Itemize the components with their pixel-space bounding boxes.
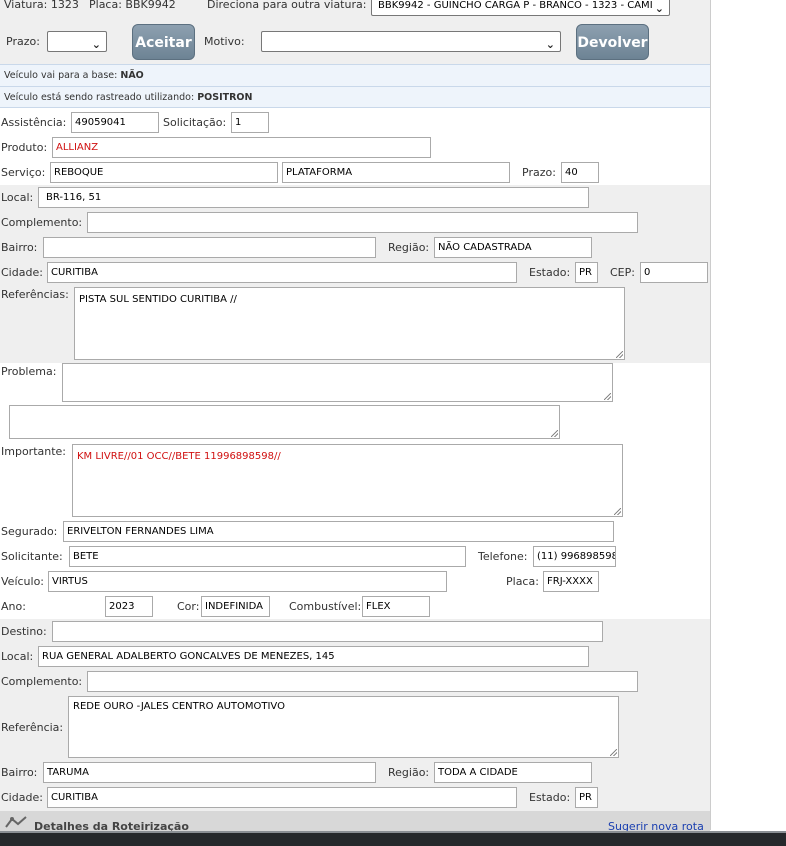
direciona-select[interactable]: BBK9942 - GUINCHO CARGA P - BRANCO - 132… xyxy=(371,0,670,16)
local-label: Local: xyxy=(1,191,34,204)
cep-field[interactable]: 0 xyxy=(640,262,708,283)
cidade-field[interactable]: CURITIBA xyxy=(47,262,517,283)
placa-header-label: Placa: BBK9942 xyxy=(89,0,176,11)
problema-detalhe-field[interactable] xyxy=(9,405,560,439)
viatura-label: Viatura: 1323 xyxy=(4,0,79,11)
produto-label: Produto: xyxy=(1,141,48,154)
chevron-down-icon: ⌄ xyxy=(545,38,555,51)
problema-field[interactable] xyxy=(62,363,613,402)
regiao-field[interactable]: NÃO CADASTRADA xyxy=(434,237,592,258)
aceitar-button[interactable]: Aceitar xyxy=(132,24,195,60)
regiao-label: Região: xyxy=(388,241,430,254)
cidade-label: Cidade: xyxy=(1,266,43,279)
solicitacao-field[interactable]: 1 xyxy=(231,112,269,133)
destino-cidade-label: Cidade: xyxy=(1,791,43,804)
route-icon xyxy=(4,815,28,828)
complemento-field[interactable] xyxy=(87,212,638,233)
prazo-label: Prazo: xyxy=(522,166,556,179)
importante-field[interactable]: KM LIVRE//01 OCC//BETE 11996898598// xyxy=(72,444,623,517)
notice-base: Veículo vai para a base: NÃO xyxy=(0,64,710,86)
chevron-down-icon: ⌄ xyxy=(654,2,664,15)
destino-referencia-field[interactable]: REDE OURO -JALES CENTRO AUTOMOTIVO xyxy=(68,696,619,758)
destino-local-field[interactable]: RUA GENERAL ADALBERTO GONCALVES DE MENEZ… xyxy=(38,646,589,667)
destino-estado-label: Estado: xyxy=(529,791,571,804)
servico-field[interactable]: REBOQUE xyxy=(50,162,278,183)
destino-field[interactable] xyxy=(52,621,603,642)
destino-complemento-label: Complemento: xyxy=(1,675,83,688)
destino-regiao-field[interactable]: TODA A CIDADE xyxy=(434,762,592,783)
routing-section-header: Detalhes da Roteirização Sugerir nova ro… xyxy=(0,811,710,831)
placa-label: Placa: xyxy=(506,575,539,588)
resize-grip-icon[interactable] xyxy=(610,749,617,756)
chevron-down-icon: ⌄ xyxy=(91,38,101,51)
servico-label: Serviço: xyxy=(1,166,46,179)
problema-label: Problema: xyxy=(1,365,57,378)
complemento-label: Complemento: xyxy=(1,216,83,229)
destino-referencia-text: REDE OURO -JALES CENTRO AUTOMOTIVO xyxy=(73,701,285,712)
routing-title: Detalhes da Roteirização xyxy=(34,820,189,831)
referencias-text: PISTA SUL SENTIDO CURITIBA // xyxy=(79,294,237,305)
local-field[interactable]: BR-116, 51 xyxy=(38,187,589,208)
bairro-field[interactable] xyxy=(43,237,376,258)
telefone-label: Telefone: xyxy=(478,550,528,563)
notice-rastreado: Veículo está sendo rastreado utilizando:… xyxy=(0,86,710,108)
combustivel-field[interactable]: FLEX xyxy=(362,596,430,617)
ano-field[interactable]: 2023 xyxy=(105,596,153,617)
destino-referencia-label: Referência: xyxy=(1,721,64,734)
destino-label: Destino: xyxy=(1,625,47,638)
segurado-field[interactable]: ERIVELTON FERNANDES LIMA xyxy=(63,521,614,542)
prazo-select[interactable]: ⌄ xyxy=(47,31,107,52)
solicitacao-label: Solicitação: xyxy=(163,116,227,129)
veiculo-field[interactable]: VIRTUS xyxy=(48,571,447,592)
referencias-field[interactable]: PISTA SUL SENTIDO CURITIBA // xyxy=(74,287,625,360)
solicitante-field[interactable]: BETE xyxy=(69,546,466,567)
motivo-label: Motivo: xyxy=(204,35,245,48)
destino-regiao-label: Região: xyxy=(388,766,430,779)
direciona-value: BBK9942 - GUINCHO CARGA P - BRANCO - 132… xyxy=(378,0,653,11)
combustivel-label: Combustível: xyxy=(289,600,362,613)
produto-field[interactable]: ALLIANZ xyxy=(52,137,431,158)
destino-local-label: Local: xyxy=(1,650,34,663)
cor-field[interactable]: INDEFINIDA xyxy=(201,596,270,617)
notice-base-text: Veículo vai para a base: xyxy=(4,70,121,81)
suggest-route-link[interactable]: Sugerir nova rota xyxy=(608,820,704,831)
direciona-label: Direciona para outra viatura: xyxy=(207,0,367,11)
notice-rastreado-text: Veículo está sendo rastreado utilizando: xyxy=(4,92,198,103)
placa-field[interactable]: FRJ-XXXX xyxy=(543,571,599,592)
motivo-select[interactable]: ⌄ xyxy=(261,31,561,52)
prazo-header-label: Prazo: xyxy=(6,35,40,48)
segurado-label: Segurado: xyxy=(1,525,58,538)
resize-grip-icon[interactable] xyxy=(551,430,558,437)
resize-grip-icon[interactable] xyxy=(604,393,611,400)
referencias-label: Referências: xyxy=(1,288,69,301)
solicitante-label: Solicitante: xyxy=(1,550,63,563)
importante-text: KM LIVRE//01 OCC//BETE 11996898598// xyxy=(77,451,281,462)
destino-complemento-field[interactable] xyxy=(87,671,638,692)
destino-bairro-field[interactable]: TARUMA xyxy=(43,762,376,783)
devolver-button[interactable]: Devolver xyxy=(576,24,649,60)
right-edge-divider xyxy=(710,0,711,830)
bairro-label: Bairro: xyxy=(1,241,38,254)
cor-label: Cor: xyxy=(177,600,200,613)
destino-estado-field[interactable]: PR xyxy=(575,787,598,808)
resize-grip-icon[interactable] xyxy=(614,508,621,515)
resize-grip-icon[interactable] xyxy=(616,351,623,358)
telefone-field[interactable]: (11) 996898598 xyxy=(533,546,616,567)
bottom-scroll-strip xyxy=(0,831,786,846)
assistencia-field[interactable]: 49059041 xyxy=(71,112,159,133)
importante-label: Importante: xyxy=(1,445,67,458)
destino-bairro-label: Bairro: xyxy=(1,766,38,779)
veiculo-label: Veículo: xyxy=(1,575,45,588)
prazo-field[interactable]: 40 xyxy=(561,162,599,183)
estado-label: Estado: xyxy=(529,266,571,279)
destino-cidade-field[interactable]: CURITIBA xyxy=(47,787,517,808)
ano-label: Ano: xyxy=(1,600,26,613)
servico-tipo-field[interactable]: PLATAFORMA xyxy=(282,162,510,183)
notice-rastreado-value: POSITRON xyxy=(197,92,253,103)
assistencia-label: Assistência: xyxy=(1,116,67,129)
cep-label: CEP: xyxy=(610,266,635,279)
estado-field[interactable]: PR xyxy=(575,262,598,283)
notice-base-value: NÃO xyxy=(120,70,144,81)
